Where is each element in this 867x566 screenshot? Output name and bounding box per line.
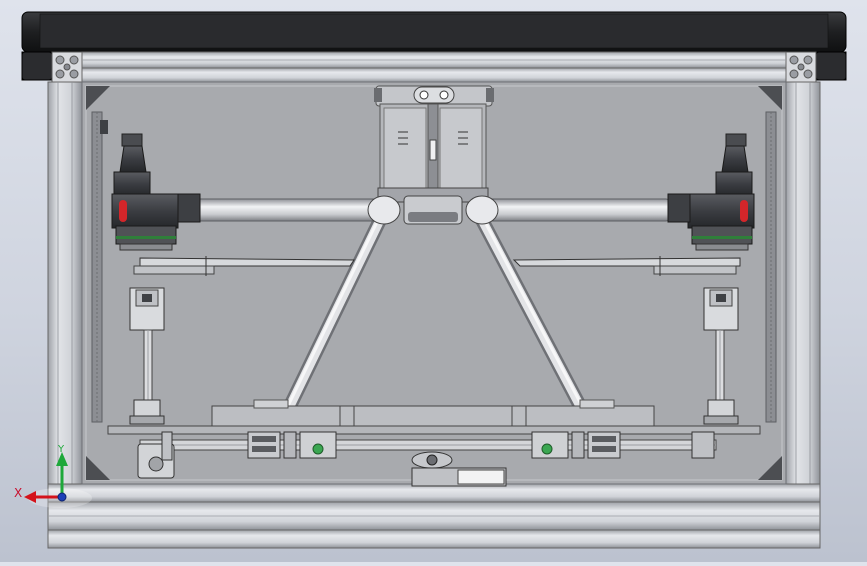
central-hub (367, 85, 499, 225)
indicator-green-right (541, 443, 553, 455)
indicator-red-left (119, 200, 127, 222)
frame-profile-left (47, 81, 83, 549)
x-axis-label: X (14, 486, 22, 500)
frame-profile-right (785, 81, 821, 549)
linear-carriage-right (531, 431, 621, 459)
y-axis-label: Y (57, 444, 65, 455)
bracket-lower-right (691, 431, 715, 459)
frame-profile-top (81, 51, 787, 83)
frame-profile-bottom (47, 483, 821, 549)
z-axis-marker (57, 492, 67, 502)
arm-tube-left (195, 198, 381, 222)
linear-carriage-left (247, 431, 337, 459)
indicator-red-right (740, 200, 748, 222)
corner-node-right (785, 51, 817, 83)
corner-node-left (51, 51, 83, 83)
indicator-green-left (312, 443, 324, 455)
arm-tube-right (483, 198, 671, 222)
cad-viewport[interactable]: X Y (0, 0, 867, 562)
side-rail-right (765, 111, 777, 423)
cad-assembly-front-view: X Y (14, 11, 847, 549)
